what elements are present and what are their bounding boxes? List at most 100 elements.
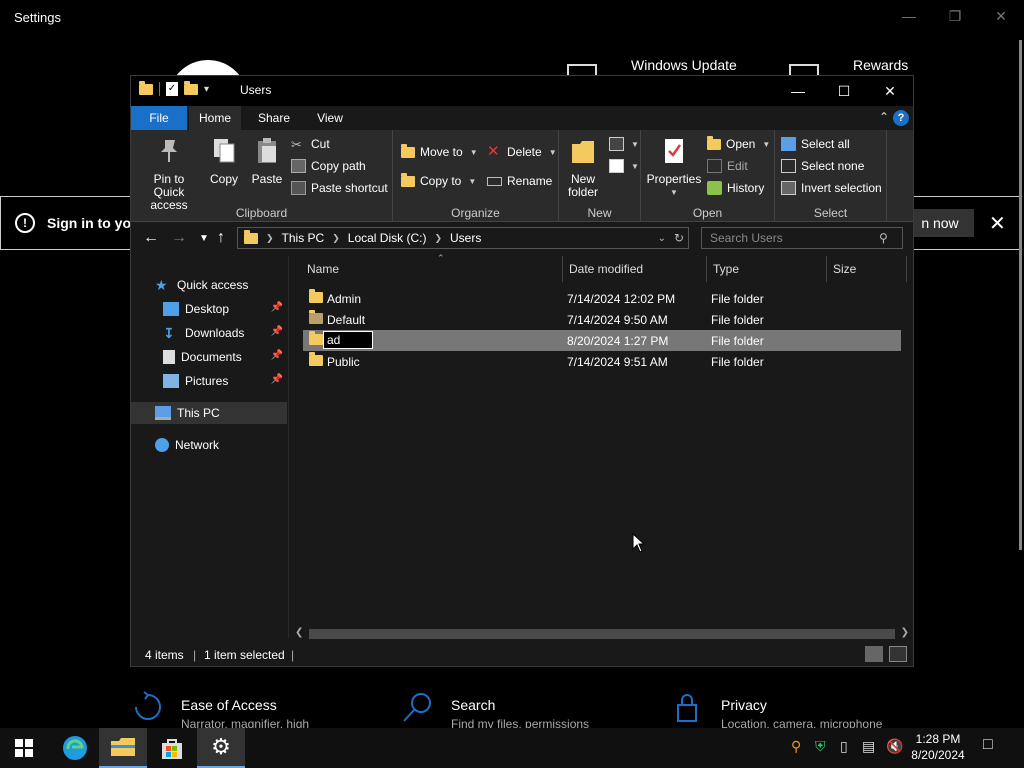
cut-button[interactable]: ✂ Cut [291,137,330,152]
maximize-icon[interactable]: ☐ [821,76,867,106]
tab-share[interactable]: Share [249,106,299,130]
edit-button[interactable]: Edit [707,159,748,173]
recent-locations-icon[interactable]: ▼ [199,233,209,244]
select-none-button[interactable]: Select none [781,159,864,173]
windows-update-link[interactable]: Windows Update [631,57,737,73]
window-title: Users [240,83,272,97]
nav-item-this-pc[interactable]: This PC [131,402,287,424]
address-dropdown-icon[interactable]: ⌄ [658,233,666,244]
nav-item-documents[interactable]: Documents 📌 [131,346,287,368]
privacy-title: Privacy [721,697,767,713]
start-button[interactable] [0,728,48,768]
rename-input[interactable]: ad [323,331,373,349]
column-header-size[interactable]: Size [827,256,907,282]
scroll-right-icon[interactable]: ❯ [901,627,909,638]
title-bar: ✓ ▾ Users — ☐ ✕ [131,76,913,106]
clock[interactable]: 1:28 PM 8/20/2024 [908,731,968,763]
close-icon[interactable]: ✕ [978,0,1024,32]
notification-icon[interactable]: □ [983,736,993,754]
refresh-icon[interactable]: ↻ [674,231,684,245]
large-icons-view-icon[interactable] [889,646,907,662]
separator [159,82,160,96]
search-tray-icon[interactable]: ⚲ [791,738,801,755]
delete-button[interactable]: ✕ Delete ▼ [487,144,557,159]
edge-app[interactable] [51,728,99,768]
nav-item-pictures[interactable]: Pictures 📌 [131,370,287,392]
copy-button[interactable]: Copy [205,136,243,186]
forward-arrow-icon[interactable]: → [171,229,187,247]
move-to-button[interactable]: Move to ▼ [401,143,478,159]
history-button[interactable]: History [707,181,764,195]
new-group-label: New [587,206,612,220]
invert-selection-button[interactable]: Invert selection [781,181,882,195]
nav-item-network[interactable]: Network [131,434,287,456]
nav-item-desktop[interactable]: Desktop 📌 [131,298,287,320]
help-icon[interactable]: ? [893,110,909,126]
table-row[interactable]: Public 7/14/2024 9:51 AM File folder [303,351,901,372]
select-all-button[interactable]: Select all [781,137,850,151]
tab-view[interactable]: View [307,106,353,130]
restore-icon[interactable]: ❐ [932,0,978,32]
scroll-left-icon[interactable]: ❮ [295,627,303,638]
breadcrumb-this-pc[interactable]: This PC [282,231,325,245]
column-header-date[interactable]: Date modified [563,256,707,282]
properties-icon [665,139,683,163]
table-row[interactable]: ad 8/20/2024 1:27 PM File folder [303,330,901,351]
copy-path-button[interactable]: Copy path [291,159,366,173]
tab-file[interactable]: File [131,106,187,130]
up-arrow-icon[interactable]: ↑ [217,229,225,247]
tab-home[interactable]: Home [189,106,241,130]
store-app[interactable] [148,728,196,768]
breadcrumb-users[interactable]: Users [450,231,481,245]
rewards-link[interactable]: Rewards [853,57,908,73]
scrollbar-thumb[interactable] [309,629,895,639]
chevron-right-icon[interactable]: ❯ [332,233,340,244]
column-header-type[interactable]: Type [707,256,827,282]
details-view-icon[interactable] [865,646,883,662]
rename-button[interactable]: Rename [487,174,552,188]
settings-scrollbar[interactable] [1019,40,1022,550]
usb-icon[interactable]: ▯ [840,738,848,755]
nav-item-quick-access[interactable]: ★ Quick access [131,274,287,296]
volume-muted-icon[interactable]: 🔇 [886,738,903,755]
table-row[interactable]: Default 7/14/2024 9:50 AM File folder [303,309,901,330]
paste-shortcut-button[interactable]: Paste shortcut [291,181,388,195]
back-arrow-icon[interactable]: ← [143,229,159,247]
horizontal-scrollbar[interactable]: ❮ ❯ [291,626,913,642]
collapse-ribbon-icon[interactable]: ⌃ [879,110,889,124]
new-item-button[interactable]: ▼ [609,137,639,151]
close-icon[interactable]: ✕ [989,211,1006,236]
customize-toolbar-icon[interactable]: ▾ [204,84,209,95]
open-button[interactable]: Open ▼ [707,135,770,151]
network-tray-icon[interactable]: ▤ [862,738,875,755]
pin-icon[interactable]: 📌 [271,326,283,337]
breadcrumb-local-disk[interactable]: Local Disk (C:) [348,231,427,245]
nav-item-downloads[interactable]: ↧ Downloads 📌 [131,322,287,344]
search-input[interactable]: Search Users [701,227,903,249]
signin-button[interactable]: n now [906,209,974,237]
pin-icon[interactable]: 📌 [271,374,283,385]
easy-access-button[interactable]: ▼ [609,159,639,173]
clock-date: 8/20/2024 [911,748,965,762]
minimize-icon[interactable]: — [775,76,821,106]
chevron-right-icon[interactable]: ❯ [434,233,442,244]
close-icon[interactable]: ✕ [867,76,913,106]
minimize-icon[interactable]: — [886,0,932,32]
selection-count: 1 item selected [204,648,285,662]
column-header-name[interactable]: Name ⌃ [301,253,563,282]
settings-app[interactable]: ⚙ [197,728,245,768]
chevron-right-icon[interactable]: ❯ [266,233,274,244]
pin-quick-access-button[interactable]: Pin to Quick access [137,136,201,212]
properties-button[interactable]: Properties ▼ [645,136,703,199]
pin-icon[interactable]: 📌 [271,350,283,361]
properties-icon[interactable]: ✓ [166,82,178,96]
file-explorer-app[interactable] [99,728,147,768]
paste-button[interactable]: Paste [247,136,287,186]
pin-icon[interactable]: 📌 [271,302,283,313]
security-icon[interactable]: ⛨ [815,738,826,755]
table-row[interactable]: Admin 7/14/2024 12:02 PM File folder [303,288,901,309]
new-folder-button[interactable]: New folder [563,136,603,199]
copy-to-button[interactable]: Copy to ▼ [401,172,476,188]
address-bar[interactable]: ❯ This PC ❯ Local Disk (C:) ❯ Users ⌄ ↻ [237,227,689,249]
new-folder-icon[interactable] [184,80,198,95]
